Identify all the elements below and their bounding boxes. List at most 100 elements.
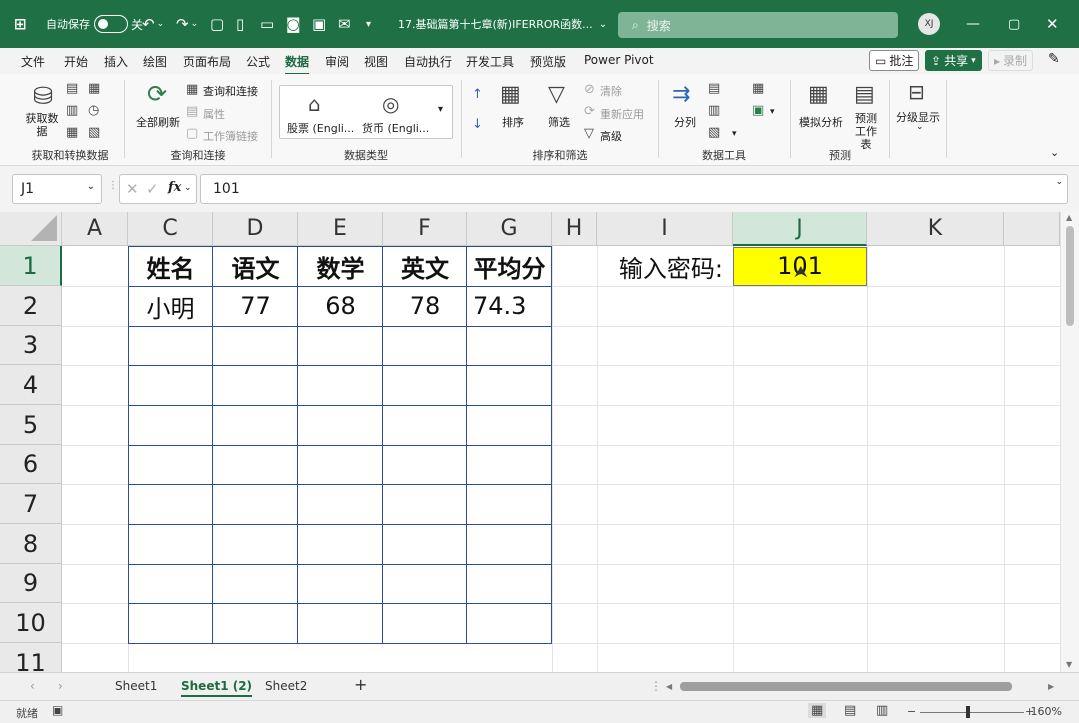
existing-connections-icon[interactable]: ▦ bbox=[66, 126, 78, 139]
row-header-5[interactable]: 5 bbox=[0, 405, 62, 445]
tab-page-layout[interactable]: 页面布局 bbox=[183, 53, 231, 70]
cell-average[interactable]: 74.3 bbox=[467, 286, 552, 326]
pen-icon[interactable]: ✎ bbox=[1048, 51, 1060, 67]
close-button[interactable]: ✕ bbox=[1046, 0, 1059, 48]
customize-qat-button[interactable]: ▾ bbox=[366, 0, 371, 48]
scroll-left-icon[interactable]: ◀ bbox=[666, 682, 672, 691]
maximize-button[interactable]: ▢ bbox=[1008, 0, 1020, 48]
tab-developer[interactable]: 开发工具 bbox=[466, 53, 514, 70]
column-header-f[interactable]: F bbox=[383, 212, 467, 246]
tab-data[interactable]: 数据 bbox=[285, 53, 310, 75]
header-chinese[interactable]: 语文 bbox=[213, 246, 298, 286]
relationships-icon[interactable]: ▣ bbox=[752, 104, 764, 117]
from-picture-icon[interactable]: ▧ bbox=[88, 126, 100, 139]
select-all-button[interactable] bbox=[0, 212, 62, 246]
tab-draw[interactable]: 绘图 bbox=[143, 53, 167, 70]
column-header-a[interactable]: A bbox=[62, 212, 128, 246]
chevron-down-icon[interactable]: ⌄ bbox=[916, 122, 924, 132]
new-button[interactable]: ▯ bbox=[236, 0, 244, 48]
page-layout-view-icon[interactable]: ▤ bbox=[844, 703, 856, 718]
clear-button[interactable]: 清除 bbox=[600, 83, 622, 99]
add-sheet-button[interactable]: + bbox=[354, 675, 367, 694]
scroll-down-icon[interactable]: ▼ bbox=[1066, 660, 1072, 669]
document-title[interactable]: 17.基础篇第十七章(新)IFERROR函数... ⌄ bbox=[398, 0, 607, 48]
name-box[interactable]: J1 ⌄ bbox=[12, 174, 102, 204]
toggle-switch-icon[interactable] bbox=[94, 15, 128, 33]
prev-sheet-icon[interactable]: ‹ bbox=[30, 679, 35, 693]
cell-name[interactable]: 小明 bbox=[128, 286, 213, 326]
formula-input[interactable]: 101 ⌄ bbox=[200, 174, 1068, 204]
get-data-button[interactable]: 获取数据 bbox=[25, 112, 59, 138]
recent-sources-icon[interactable]: ◷ bbox=[88, 104, 99, 117]
tab-power-pivot[interactable]: Power Pivot bbox=[584, 53, 654, 67]
tab-review[interactable]: 审阅 bbox=[325, 53, 349, 70]
text-csv-icon[interactable]: ▤ bbox=[66, 82, 78, 95]
next-sheet-icon[interactable]: › bbox=[58, 679, 63, 693]
record-button[interactable]: ▸ 录制 bbox=[988, 50, 1034, 71]
remove-duplicates-icon[interactable]: ▥ bbox=[708, 104, 720, 117]
tab-insert[interactable]: 插入 bbox=[104, 53, 128, 70]
workbook-links-button[interactable]: 工作簿链接 bbox=[203, 128, 258, 144]
tab-file[interactable]: 文件 bbox=[21, 53, 45, 70]
cell-english[interactable]: 78 bbox=[383, 286, 467, 326]
filter-button[interactable]: 筛选 bbox=[548, 114, 570, 130]
save-button[interactable]: ▢ bbox=[210, 0, 224, 48]
tab-view[interactable]: 视图 bbox=[364, 53, 388, 70]
column-header-g[interactable]: G bbox=[467, 212, 552, 246]
comments-button[interactable]: ▭ 批注 bbox=[869, 50, 920, 71]
sheet-tab-sheet2[interactable]: Sheet2 bbox=[265, 679, 307, 693]
chevron-down-icon[interactable]: ▾ bbox=[770, 107, 775, 117]
share-button[interactable]: ⇪ 共享 ▾ bbox=[925, 50, 982, 71]
print-preview-button[interactable]: ▣ bbox=[312, 0, 326, 48]
column-header-h[interactable]: H bbox=[552, 212, 597, 246]
zoom-slider-knob[interactable] bbox=[966, 706, 970, 718]
zoom-level[interactable]: 160% bbox=[1030, 705, 1062, 718]
sort-button[interactable]: 排序 bbox=[502, 114, 524, 130]
header-math[interactable]: 数学 bbox=[298, 246, 383, 286]
row-header-7[interactable]: 7 bbox=[0, 484, 62, 524]
avatar[interactable]: XJ bbox=[918, 13, 940, 35]
queries-connections-button[interactable]: 查询和连接 bbox=[203, 83, 258, 99]
ribbon-collapse-icon[interactable]: ⌄ bbox=[1050, 146, 1059, 159]
row-header-1[interactable]: 1 bbox=[0, 246, 62, 286]
column-header-i[interactable]: I bbox=[597, 212, 733, 246]
forecast-sheet-button[interactable]: 预测工作表 bbox=[850, 112, 882, 151]
column-header-c[interactable]: C bbox=[128, 212, 213, 246]
header-average[interactable]: 平均分 bbox=[467, 246, 552, 286]
sort-ascending-icon[interactable]: ↑ bbox=[472, 88, 483, 101]
insert-function-button[interactable]: fx bbox=[168, 180, 181, 195]
header-name[interactable]: 姓名 bbox=[128, 246, 213, 286]
vertical-scrollbar[interactable]: ▲ ▼ bbox=[1060, 212, 1079, 672]
screenshot-button[interactable]: ◙ bbox=[286, 0, 301, 48]
search-input[interactable]: ⌕ 搜索 bbox=[618, 12, 898, 38]
row-header-2[interactable]: 2 bbox=[0, 286, 62, 326]
gallery-expand-icon[interactable]: ▾ bbox=[438, 104, 443, 115]
check-icon[interactable]: ✓ bbox=[146, 180, 159, 198]
autosave-toggle[interactable]: 自动保存 关 bbox=[46, 0, 143, 48]
page-break-view-icon[interactable]: ▥ bbox=[876, 703, 888, 718]
header-english[interactable]: 英文 bbox=[383, 246, 467, 286]
what-if-button[interactable]: 模拟分析 bbox=[799, 114, 843, 130]
refresh-all-button[interactable]: 全部刷新 bbox=[136, 114, 180, 130]
properties-button[interactable]: 属性 bbox=[203, 106, 225, 122]
column-header-j[interactable]: J bbox=[733, 212, 867, 246]
row-header-4[interactable]: 4 bbox=[0, 365, 62, 405]
scroll-up-icon[interactable]: ▲ bbox=[1066, 213, 1072, 222]
chevron-down-icon[interactable]: ⌄ bbox=[87, 181, 95, 192]
data-validation-icon[interactable]: ▧ bbox=[708, 126, 720, 139]
row-header-3[interactable]: 3 bbox=[0, 326, 62, 365]
text-to-columns-button[interactable]: 分列 bbox=[674, 114, 696, 130]
sort-descending-icon[interactable]: ↓ bbox=[472, 118, 483, 131]
scroll-right-icon[interactable]: ▶ bbox=[1048, 682, 1054, 691]
column-header-d[interactable]: D bbox=[213, 212, 298, 246]
row-header-8[interactable]: 8 bbox=[0, 524, 62, 564]
flash-fill-icon[interactable]: ▤ bbox=[708, 82, 720, 95]
worksheet-grid[interactable]: A C D E F G H I J K 1 2 3 4 5 6 7 8 9 10… bbox=[0, 212, 1079, 672]
accessibility-icon[interactable]: ▣ bbox=[52, 703, 63, 717]
sheet-tab-sheet1[interactable]: Sheet1 bbox=[115, 679, 157, 693]
row-header-11[interactable]: 11 bbox=[0, 643, 62, 672]
column-header-e[interactable]: E bbox=[298, 212, 383, 246]
zoom-out-icon[interactable]: − bbox=[907, 705, 916, 718]
sheet-tab-sheet1-2[interactable]: Sheet1 (2) bbox=[181, 679, 253, 697]
table-range-icon[interactable]: ▥ bbox=[66, 104, 78, 117]
